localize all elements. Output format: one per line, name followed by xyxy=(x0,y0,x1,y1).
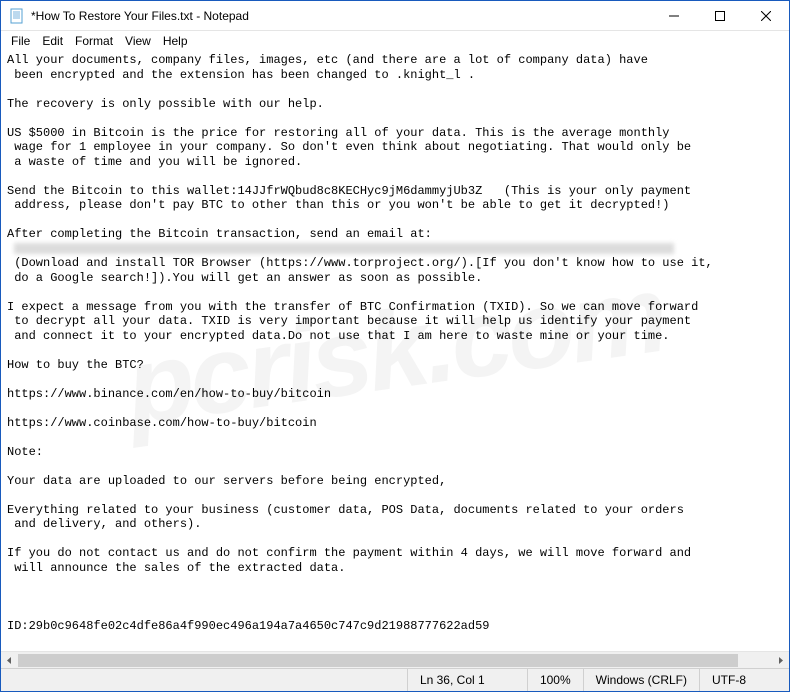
text-line: How to buy the BTC? xyxy=(7,358,144,372)
window-title: *How To Restore Your Files.txt - Notepad xyxy=(31,9,651,23)
text-line: The recovery is only possible with our h… xyxy=(7,97,324,111)
scroll-right-icon[interactable] xyxy=(772,652,789,669)
menu-view[interactable]: View xyxy=(119,32,157,50)
menu-help[interactable]: Help xyxy=(157,32,194,50)
menu-edit[interactable]: Edit xyxy=(36,32,69,50)
text-line: https://www.binance.com/en/how-to-buy/bi… xyxy=(7,387,331,401)
scroll-left-icon[interactable] xyxy=(1,652,18,669)
text-line: US $5000 in Bitcoin is the price for res… xyxy=(7,126,670,140)
scrollbar-track[interactable] xyxy=(18,652,772,669)
status-line-ending: Windows (CRLF) xyxy=(583,669,699,691)
text-line: address, please don't pay BTC to other t… xyxy=(7,198,670,212)
text-line: (Download and install TOR Browser (https… xyxy=(7,256,713,270)
status-position: Ln 36, Col 1 xyxy=(407,669,527,691)
menu-file[interactable]: File xyxy=(5,32,36,50)
status-encoding: UTF-8 xyxy=(699,669,789,691)
horizontal-scrollbar[interactable] xyxy=(1,651,789,668)
notepad-window: *How To Restore Your Files.txt - Notepad… xyxy=(0,0,790,692)
menubar: File Edit Format View Help xyxy=(1,31,789,51)
text-line: to decrypt all your data. TXID is very i… xyxy=(7,314,691,328)
text-line: I expect a message from you with the tra… xyxy=(7,300,698,314)
text-line: https://www.coinbase.com/how-to-buy/bitc… xyxy=(7,416,317,430)
text-line: will announce the sales of the extracted… xyxy=(7,561,345,575)
scrollbar-thumb[interactable] xyxy=(18,654,738,667)
text-line: Your data are uploaded to our servers be… xyxy=(7,474,446,488)
text-line: wage for 1 employee in your company. So … xyxy=(7,140,691,154)
text-line: If you do not contact us and do not conf… xyxy=(7,546,691,560)
text-line: been encrypted and the extension has bee… xyxy=(7,68,475,82)
close-button[interactable] xyxy=(743,1,789,30)
text-line: and connect it to your encrypted data.Do… xyxy=(7,329,670,343)
notepad-icon xyxy=(9,8,25,24)
text-area[interactable]: All your documents, company files, image… xyxy=(1,51,789,651)
text-line: After completing the Bitcoin transaction… xyxy=(7,227,432,241)
text-line: do a Google search!]).You will get an an… xyxy=(7,271,482,285)
text-line: All your documents, company files, image… xyxy=(7,53,648,67)
text-line: Send the Bitcoin to this wallet:14JJfrWQ… xyxy=(7,184,691,198)
text-line: Everything related to your business (cus… xyxy=(7,503,684,517)
titlebar: *How To Restore Your Files.txt - Notepad xyxy=(1,1,789,31)
text-line: a waste of time and you will be ignored. xyxy=(7,155,302,169)
menu-format[interactable]: Format xyxy=(69,32,119,50)
window-controls xyxy=(651,1,789,30)
text-line: ID:29b0c9648fe02c4dfe86a4f990ec496a194a7… xyxy=(7,619,489,633)
maximize-button[interactable] xyxy=(697,1,743,30)
text-line: Note: xyxy=(7,445,43,459)
status-zoom: 100% xyxy=(527,669,583,691)
text-line: and delivery, and others). xyxy=(7,517,201,531)
minimize-button[interactable] xyxy=(651,1,697,30)
statusbar: Ln 36, Col 1 100% Windows (CRLF) UTF-8 xyxy=(1,668,789,691)
redacted-email xyxy=(14,243,674,254)
